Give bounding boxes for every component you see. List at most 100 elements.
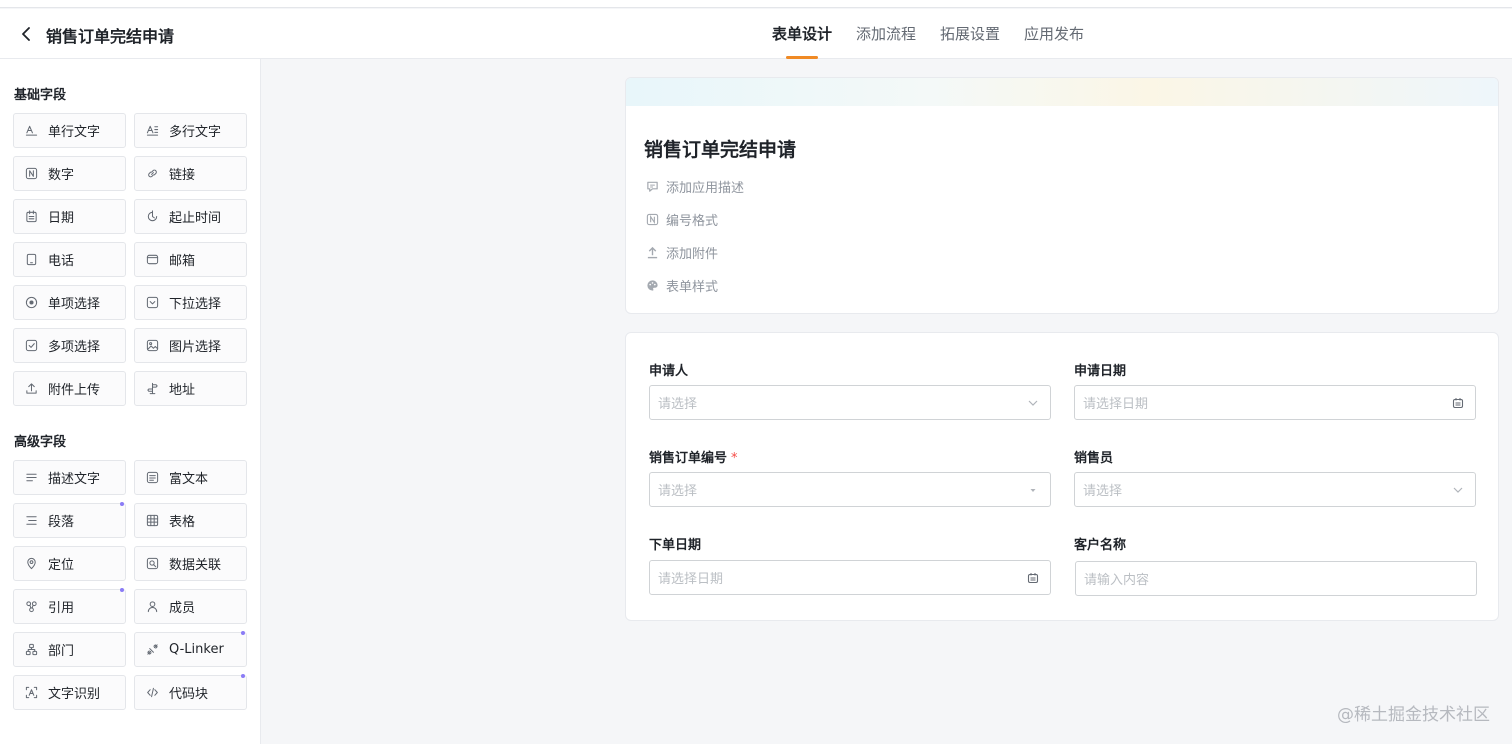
applicant-select[interactable]: 请选择 bbox=[649, 385, 1051, 420]
time-range-icon bbox=[145, 210, 159, 224]
field-type-label: 日期 bbox=[48, 211, 75, 226]
field-type-button[interactable]: 引用 bbox=[13, 588, 126, 624]
add-attachment-link[interactable]: 添加附件 bbox=[645, 243, 718, 262]
field-type-button[interactable]: 数据关联 bbox=[134, 546, 247, 581]
chevron-down-icon bbox=[1026, 396, 1040, 410]
new-badge-dot bbox=[120, 588, 124, 592]
field-type-button[interactable]: 数字 bbox=[13, 156, 126, 191]
single-line-text-icon bbox=[24, 124, 38, 138]
number-format-icon bbox=[645, 213, 659, 227]
order-number-select[interactable]: 请选择 bbox=[649, 472, 1051, 507]
design-tabs: 表单设计 添加流程 拓展设置 应用发布 bbox=[772, 9, 1108, 59]
add-attachment-label: 添加附件 bbox=[666, 247, 719, 262]
tab-extension-settings[interactable]: 拓展设置 bbox=[940, 9, 1000, 59]
tab-form-design[interactable]: 表单设计 bbox=[772, 9, 832, 59]
data-link-icon bbox=[145, 557, 159, 571]
new-badge-dot bbox=[120, 502, 124, 506]
field-type-button[interactable]: 段落 bbox=[13, 502, 126, 538]
apply-date-label: 申请日期 bbox=[1074, 364, 1127, 379]
field-type-button[interactable]: Q-Linker bbox=[134, 631, 247, 667]
mail-icon bbox=[145, 253, 159, 267]
field-type-label: 多项选择 bbox=[48, 340, 101, 355]
field-type-button[interactable]: 文字识别 bbox=[13, 675, 126, 710]
field-type-button[interactable]: 成员 bbox=[134, 589, 247, 624]
number-icon bbox=[24, 167, 38, 181]
field-type-button[interactable]: 附件上传 bbox=[13, 371, 126, 406]
add-description-link[interactable]: 添加应用描述 bbox=[645, 177, 744, 196]
table-icon bbox=[145, 514, 159, 528]
required-mark: * bbox=[731, 451, 738, 466]
advanced-fields-title: 高级字段 bbox=[14, 435, 67, 450]
field-type-button[interactable]: 单行文字 bbox=[13, 113, 126, 148]
field-type-label: 单项选择 bbox=[48, 297, 101, 312]
watermark: @稀土掘金技术社区 bbox=[1337, 705, 1490, 725]
advanced-fields-grid: 描述文字 富文本段落 表格 定位 数据关联引用 成员部门 Q-Linker 文字识别 代码块 bbox=[13, 460, 247, 710]
back-arrow-icon bbox=[22, 27, 30, 41]
field-type-button[interactable]: 表格 bbox=[134, 503, 247, 538]
description-icon bbox=[24, 471, 38, 485]
field-type-label: 富文本 bbox=[169, 472, 209, 487]
member-icon bbox=[145, 600, 159, 614]
number-format-link[interactable]: 编号格式 bbox=[645, 210, 718, 229]
field-type-button[interactable]: 富文本 bbox=[134, 460, 247, 495]
form-banner bbox=[626, 78, 1498, 106]
form-header-card: 销售订单完结申请 添加应用描述 编号格式 添加附件 表单样式 bbox=[625, 77, 1499, 314]
window-top-strip bbox=[0, 0, 1512, 8]
field-type-label: 文字识别 bbox=[48, 687, 101, 702]
field-type-label: 附件上传 bbox=[48, 383, 101, 398]
back-button[interactable] bbox=[16, 22, 36, 46]
field-type-label: 段落 bbox=[48, 515, 75, 530]
field-type-button[interactable]: 图片选择 bbox=[134, 328, 247, 363]
field-type-label: 链接 bbox=[169, 168, 196, 183]
app-title: 销售订单完结申请 bbox=[46, 27, 175, 46]
field-type-label: Q-Linker bbox=[169, 642, 224, 657]
order-date-picker[interactable]: 请选择日期 bbox=[649, 560, 1051, 595]
field-type-label: 单行文字 bbox=[48, 125, 101, 140]
new-badge-dot bbox=[241, 631, 245, 635]
field-type-button[interactable]: 邮箱 bbox=[134, 242, 247, 277]
address-icon bbox=[145, 382, 159, 396]
field-type-button[interactable]: 单项选择 bbox=[13, 285, 126, 320]
field-type-button[interactable]: 代码块 bbox=[134, 674, 247, 710]
field-type-label: 描述文字 bbox=[48, 472, 101, 487]
field-palette-sidebar: 基础字段 单行文字 多行文字 数字 链接 日期 起止时间 电话 邮箱 单项选择 下拉选择 多项选择 图… bbox=[0, 59, 261, 744]
paragraph-icon bbox=[24, 514, 38, 528]
field-type-button[interactable]: 地址 bbox=[134, 371, 247, 406]
field-type-label: 起止时间 bbox=[169, 211, 222, 226]
radio-icon bbox=[24, 296, 38, 310]
applicant-placeholder: 请选择 bbox=[658, 397, 698, 412]
field-type-label: 下拉选择 bbox=[169, 297, 222, 312]
field-type-label: 引用 bbox=[48, 601, 75, 616]
field-type-button[interactable]: 起止时间 bbox=[134, 199, 247, 234]
field-type-button[interactable]: 多行文字 bbox=[134, 113, 247, 148]
department-icon bbox=[24, 643, 38, 657]
field-type-button[interactable]: 描述文字 bbox=[13, 460, 126, 495]
field-type-label: 图片选择 bbox=[169, 340, 222, 355]
app-header: 销售订单完结申请 表单设计 添加流程 拓展设置 应用发布 bbox=[0, 9, 1512, 59]
salesperson-select[interactable]: 请选择 bbox=[1074, 472, 1476, 507]
rich-text-icon bbox=[145, 471, 159, 485]
tab-add-process[interactable]: 添加流程 bbox=[856, 9, 916, 59]
image-icon bbox=[145, 339, 159, 353]
field-type-button[interactable]: 日期 bbox=[13, 199, 126, 234]
add-description-label: 添加应用描述 bbox=[666, 181, 745, 196]
customer-name-input[interactable]: 请输入内容 bbox=[1075, 561, 1477, 596]
q-linker-icon bbox=[145, 643, 159, 657]
apply-date-picker[interactable]: 请选择日期 bbox=[1074, 385, 1476, 420]
dropdown-icon bbox=[145, 296, 159, 310]
field-type-button[interactable]: 多项选择 bbox=[13, 328, 126, 363]
field-type-label: 数据关联 bbox=[169, 558, 222, 573]
tab-app-publish[interactable]: 应用发布 bbox=[1024, 9, 1084, 59]
order-number-label-text: 销售订单编号 bbox=[649, 451, 728, 466]
field-type-button[interactable]: 链接 bbox=[134, 156, 247, 191]
form-style-link[interactable]: 表单样式 bbox=[645, 276, 718, 295]
field-type-button[interactable]: 电话 bbox=[13, 242, 126, 277]
field-type-label: 数字 bbox=[48, 168, 75, 183]
field-type-button[interactable]: 部门 bbox=[13, 632, 126, 667]
upload-icon bbox=[645, 246, 659, 260]
order-number-placeholder: 请选择 bbox=[658, 484, 698, 499]
field-type-button[interactable]: 定位 bbox=[13, 546, 126, 581]
field-type-button[interactable]: 下拉选择 bbox=[134, 285, 247, 320]
comment-icon bbox=[645, 180, 659, 194]
field-type-label: 部门 bbox=[48, 644, 75, 659]
